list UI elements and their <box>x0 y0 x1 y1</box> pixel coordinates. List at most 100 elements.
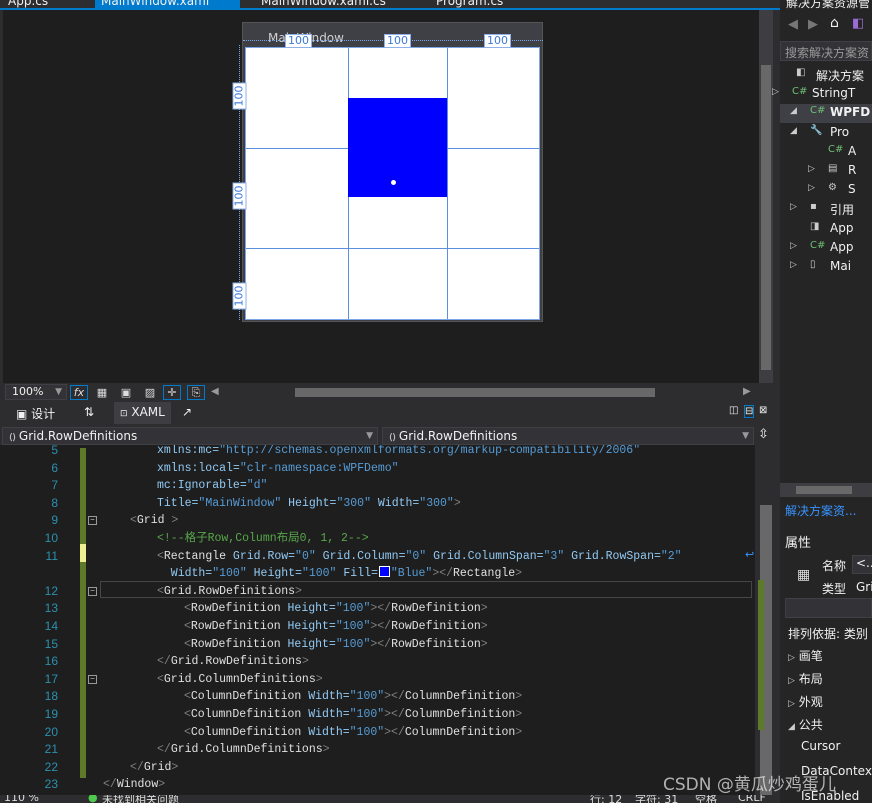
status-indent[interactable]: 空格 <box>695 795 717 803</box>
code-line[interactable]: 7 mc:Ignorable="d" <box>0 477 755 495</box>
forward-icon[interactable]: ▶ <box>808 17 818 32</box>
snap-to-snaplines-icon[interactable]: ✛ <box>163 385 181 400</box>
property-category[interactable]: ◢ 公共 <box>788 716 823 733</box>
xaml-code-editor[interactable]: 5 xmlns:mc="http://schemas.openxmlformats… <box>0 445 755 795</box>
project-code-icon[interactable]: ⎘ <box>187 385 205 400</box>
row-gridline[interactable] <box>246 248 539 249</box>
designer-scroll-thumb[interactable] <box>761 65 771 370</box>
code-line[interactable]: 14 <RowDefinition Height="100"></RowDefin… <box>0 618 755 636</box>
back-icon[interactable]: ◀ <box>788 17 798 32</box>
solution-search-input[interactable]: 搜索解决方案资 <box>780 41 872 61</box>
blue-rectangle[interactable] <box>348 98 447 197</box>
code-line[interactable]: 9 − <Grid > <box>0 512 755 530</box>
solution-tree-item[interactable]: ▷ C# App <box>780 239 872 258</box>
scroll-right-icon[interactable]: ▶ <box>743 386 751 397</box>
design-tab[interactable]: ▣ 设计 <box>16 405 55 422</box>
name-input[interactable]: <... <box>852 555 872 574</box>
scroll-left-icon[interactable]: ◀ <box>211 386 219 397</box>
expander-icon[interactable]: ▷ <box>790 202 797 212</box>
expander-icon[interactable]: ▷ <box>790 241 797 251</box>
column-width-label[interactable]: 100 <box>484 34 511 48</box>
collapse-icon[interactable]: − <box>88 586 97 596</box>
expander-icon[interactable]: ▷ <box>788 653 795 663</box>
collapse-icon[interactable]: − <box>88 516 97 526</box>
collapse-pane-icon[interactable]: ⊠ <box>759 405 767 416</box>
column-gridline[interactable] <box>447 48 448 319</box>
solution-tree-item[interactable]: ◨ App <box>780 220 872 239</box>
expander-icon[interactable]: ◢ <box>790 126 797 136</box>
property-category[interactable]: ▷ 画笔 <box>788 647 823 664</box>
solution-tree-item[interactable]: C# A <box>780 143 872 162</box>
expander-icon[interactable]: ▷ <box>772 87 779 97</box>
code-line[interactable]: 11 <Rectangle Grid.Row="0" Grid.Column="0… <box>0 548 755 566</box>
solution-tree-item[interactable]: ▷ ▤ R <box>780 162 872 181</box>
code-line[interactable]: 13 <RowDefinition Height="100"></RowDefin… <box>0 600 755 618</box>
code-line[interactable]: 17 − <Grid.ColumnDefinitions> <box>0 671 755 689</box>
grid-toggle-icon[interactable]: ▦ <box>93 385 111 400</box>
property-search-input[interactable] <box>785 598 872 618</box>
solution-tree-item[interactable]: ▷ ▯ Mai <box>780 258 872 277</box>
tab-program-cs[interactable]: Program.cs <box>430 0 509 8</box>
column-width-label[interactable]: 100 <box>384 34 411 48</box>
code-line[interactable]: 8 Title="MainWindow" Height="300" Width="… <box>0 495 755 513</box>
solution-tree-item[interactable]: ▷ C# StringT <box>772 85 872 104</box>
code-line[interactable]: 5 xmlns:mc="http://schemas.openxmlformats… <box>0 445 755 460</box>
status-issues[interactable]: 未找到相关问题 <box>102 795 179 803</box>
code-line[interactable]: 10 <!--格子Row,Column布局0, 1, 2--> <box>0 530 755 548</box>
code-line[interactable]: 15 <RowDefinition Height="100"></RowDefin… <box>0 636 755 654</box>
tab-mainwindow-xaml[interactable]: MainWindow.xaml <box>95 0 240 8</box>
expander-icon[interactable]: ▷ <box>788 699 795 709</box>
collapse-icon[interactable]: − <box>88 674 97 684</box>
status-eol[interactable]: CRLF <box>738 795 766 803</box>
popout-xaml-icon[interactable]: ↗ <box>182 405 192 419</box>
solution-tree-item[interactable]: ◧ 解决方案 <box>780 66 872 85</box>
row-height-label[interactable]: 100 <box>232 282 247 310</box>
property-category[interactable]: ▷ 外观 <box>788 693 823 710</box>
column-width-label[interactable]: 100 <box>285 34 312 48</box>
element-dropdown-right[interactable]: ⟨⟩ Grid.RowDefinitions ▼ <box>382 427 754 445</box>
vertical-split-icon[interactable]: ◫ <box>729 405 738 416</box>
code-line[interactable]: 23 </Window> <box>0 776 755 794</box>
expander-icon[interactable]: ▷ <box>790 260 797 270</box>
code-line[interactable]: 16 </Grid.RowDefinitions> <box>0 653 755 671</box>
editor-vertical-scrollbar[interactable] <box>755 445 780 795</box>
code-line[interactable]: 18 <ColumnDefinition Width="100"></Column… <box>0 688 755 706</box>
zoom-dropdown[interactable]: 100% ▼ <box>5 384 67 400</box>
designer-horizontal-scroll-thumb[interactable] <box>295 388 655 397</box>
horizontal-split-icon[interactable]: ⊟ <box>744 405 755 418</box>
expander-icon[interactable]: ◢ <box>790 106 797 116</box>
code-line[interactable]: 6 xmlns:local="clr-namespace:WPFDemo" <box>0 460 755 478</box>
expander-icon[interactable]: ▷ <box>788 676 795 686</box>
solution-horizontal-scrollbar[interactable] <box>780 483 872 497</box>
sort-by-dropdown[interactable]: 排列依据: 类别 <box>788 625 868 642</box>
fx-effects-icon[interactable]: fx <box>70 385 88 400</box>
expander-icon[interactable]: ▷ <box>808 164 815 174</box>
scroll-thumb[interactable] <box>796 486 852 494</box>
artboard-background-icon[interactable]: ▨ <box>141 385 159 400</box>
row-height-label[interactable]: 100 <box>232 82 247 110</box>
snap-gridlines-icon[interactable]: ▣ <box>117 385 135 400</box>
row-height-label[interactable]: 100 <box>232 182 247 210</box>
xaml-tab[interactable]: ⊡ XAML <box>114 402 171 424</box>
split-editor-icon[interactable]: ⇳ <box>758 427 769 442</box>
vs-solution-icon[interactable]: ◧ <box>852 16 864 31</box>
status-zoom[interactable]: 110 % <box>4 795 39 803</box>
solution-explorer-tab[interactable]: 解决方案资... <box>785 502 856 519</box>
swap-panes-button[interactable]: ⇅ <box>84 405 94 419</box>
home-icon[interactable]: ⌂ <box>830 15 839 31</box>
expander-icon[interactable]: ▷ <box>808 183 815 193</box>
solution-tree-item[interactable]: ▷ ▪ 引用 <box>780 200 872 219</box>
expander-icon[interactable]: ◢ <box>788 722 795 732</box>
solution-tree-item[interactable]: ◢ C# WPFD <box>780 104 872 124</box>
code-line[interactable]: 21 </Grid.ColumnDefinitions> <box>0 741 755 759</box>
solution-tree-item[interactable]: ◢ 🔧 Pro <box>780 124 872 143</box>
code-line[interactable]: 20 <ColumnDefinition Width="100"></Column… <box>0 724 755 742</box>
property-category[interactable]: ▷ 布局 <box>788 670 823 687</box>
element-dropdown-left[interactable]: ⟨⟩ Grid.RowDefinitions ▼ <box>2 427 378 445</box>
center-handle[interactable] <box>391 180 396 185</box>
solution-tree-item[interactable]: ▷ ⚙ S <box>780 181 872 200</box>
code-line[interactable]: 22 </Grid> <box>0 759 755 777</box>
tab-mainwindow-xaml-cs[interactable]: MainWindow.xaml.cs <box>255 0 392 8</box>
tab-app-cs[interactable]: App.cs <box>2 0 54 8</box>
code-line[interactable]: 19 <ColumnDefinition Width="100"></Column… <box>0 706 755 724</box>
